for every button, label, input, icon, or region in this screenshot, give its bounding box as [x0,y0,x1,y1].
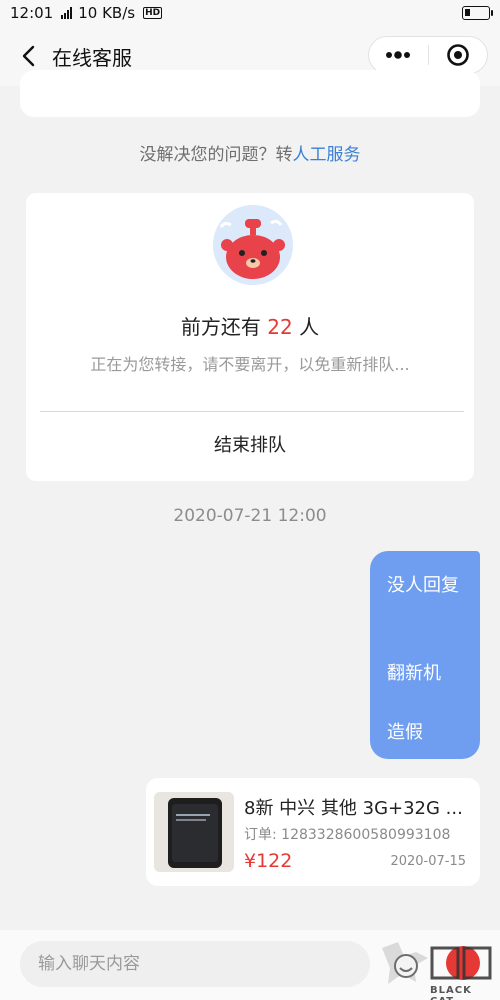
battery-icon [462,6,493,20]
previous-message-card [20,70,480,117]
more-dots-icon [386,51,411,59]
message-timestamp: 2020-07-21 12:00 [173,506,327,526]
order-product-card[interactable]: 8新 中兴 其他 3G+32G ... 订单: 1283328600580993… [146,778,480,886]
queue-note: 正在为您转接，请不要离开，以免重新排队... [90,355,410,374]
message-line-1: 没人回复 [387,575,459,596]
queue-count: 前方还有 22 人 [26,311,474,340]
end-queue-button[interactable]: 结束排队 [26,431,474,457]
page-title: 在线客服 [52,45,132,70]
divider [40,411,464,412]
bear-mascot-icon [213,205,293,285]
watermark-text: BLACK CAT [430,985,472,1000]
status-time: 12:01 [10,4,54,22]
close-miniprogram-button[interactable] [429,37,488,73]
queue-count-suffix: 人 [292,315,320,339]
queue-count-prefix: 前方还有 [180,315,268,339]
hint-text: 没解决您的问题？转 [139,145,293,165]
message-line-2: 翻新机 [387,663,441,684]
network-speed: 10 KB/s [78,4,136,22]
target-icon [446,44,469,66]
queue-card: 前方还有 22 人 正在为您转接，请不要离开，以免重新排队... 结束排队 [26,193,474,481]
phone-image [154,792,234,872]
order-number: 订单: 1283328600580993108 [244,827,451,843]
chat-input[interactable] [20,941,370,987]
message-line-3: 造假 [387,722,423,743]
hd-icon: HD [143,7,163,19]
queue-number: 22 [267,315,293,339]
product-title: 8新 中兴 其他 3G+32G ... [244,798,463,819]
product-price: ¥122 [244,850,293,872]
transfer-hint: 没解决您的问题？转人工服务 [0,140,500,165]
status-bar: 12:01 10 KB/s HD [0,0,500,26]
product-image [154,792,234,872]
outgoing-message-bubble[interactable]: 没人回复 翻新机 造假 [370,551,480,759]
mini-program-capsule [368,36,488,74]
signal-icon [61,7,73,19]
order-date: 2020-07-15 [390,854,466,869]
human-service-link[interactable]: 人工服务 [293,145,361,165]
service-avatar [213,205,293,285]
more-menu-button[interactable] [369,37,428,73]
